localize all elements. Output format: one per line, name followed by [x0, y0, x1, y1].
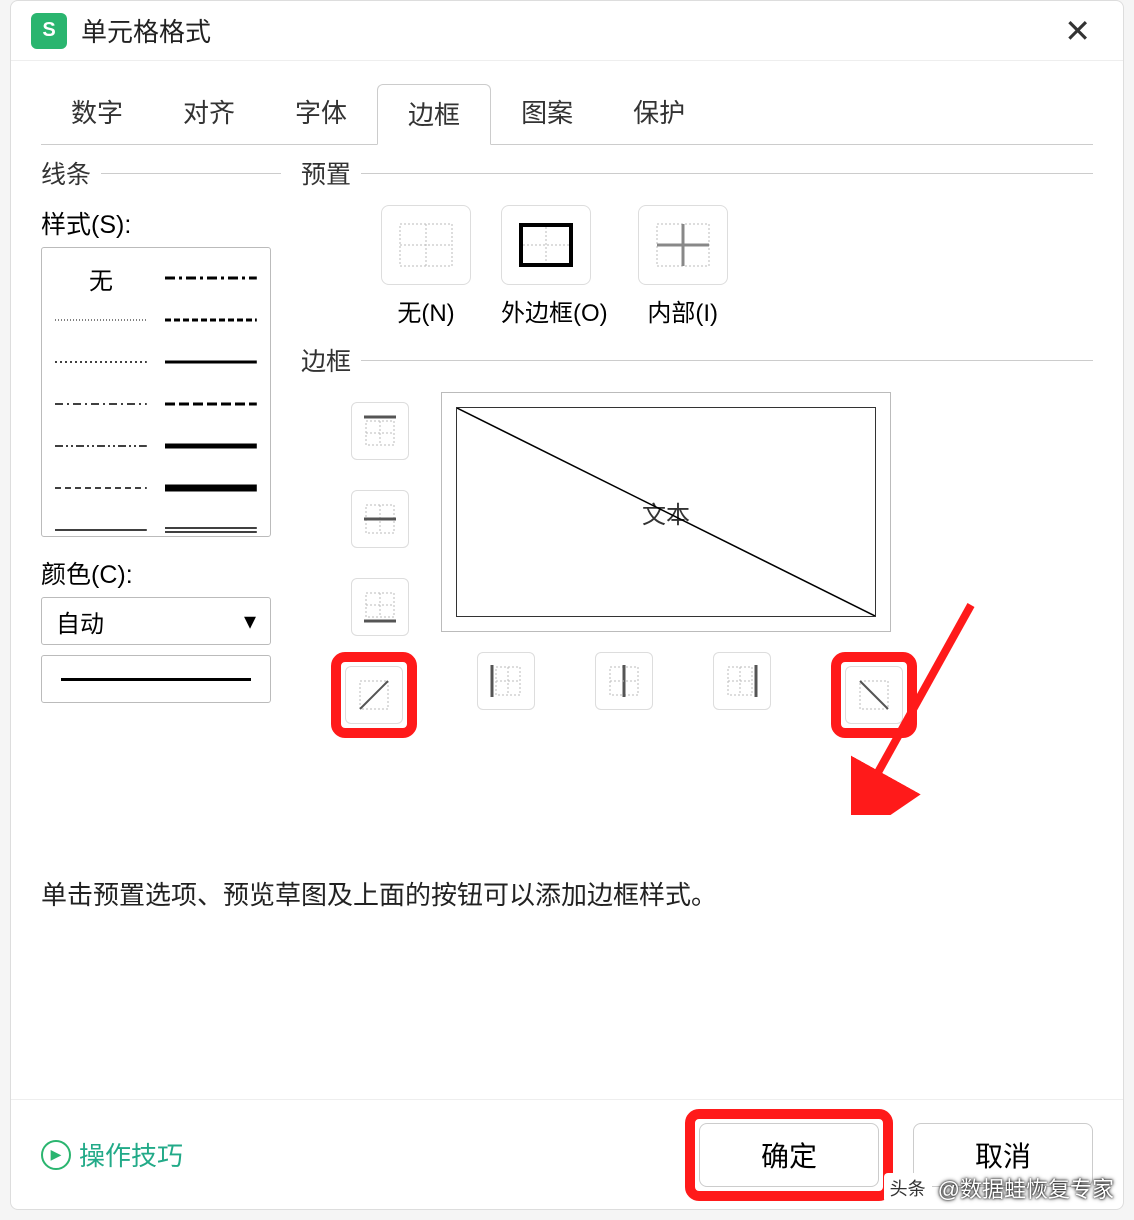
line-style-double[interactable]: [160, 510, 262, 550]
cancel-button[interactable]: 取消: [913, 1123, 1093, 1187]
preset-outer-icon: [519, 223, 573, 267]
preset-inner-button[interactable]: [638, 205, 728, 285]
preset-outer-button[interactable]: [501, 205, 591, 285]
line-panel: 线条 样式(S): 无 颜色(C):: [41, 155, 281, 703]
border-group-label: 边框: [301, 342, 1093, 378]
app-icon: S: [31, 13, 67, 49]
line-style-none[interactable]: 无: [50, 258, 152, 298]
color-value: 自动: [56, 604, 104, 639]
line-style-dotted[interactable]: [50, 342, 152, 382]
tab-number[interactable]: 数字: [41, 83, 153, 144]
ok-button[interactable]: 确定: [699, 1123, 879, 1187]
tab-content-border: 线条 样式(S): 无 颜色(C):: [11, 145, 1123, 1099]
border-side-buttons-left: [351, 402, 409, 636]
preset-inner-icon: [656, 223, 710, 267]
titlebar: S 单元格格式 ✕: [11, 1, 1123, 61]
tab-protection[interactable]: 保护: [603, 83, 715, 144]
preset-none: 无(N): [381, 205, 471, 328]
border-middle-v-button[interactable]: [595, 652, 653, 710]
chevron-down-icon: ▾: [244, 607, 256, 636]
preset-group-label: 预置: [301, 155, 1093, 191]
hint-text: 单击预置选项、预览草图及上面的按钮可以添加边框样式。: [41, 875, 717, 912]
preset-none-icon: [399, 223, 453, 267]
line-group-label: 线条: [41, 155, 281, 191]
border-right-button[interactable]: [713, 652, 771, 710]
line-style-solid-heavy[interactable]: [160, 468, 262, 508]
preset-outer-label: 外边框(O): [501, 293, 608, 328]
tips-link[interactable]: ▶ 操作技巧: [41, 1136, 183, 1173]
tab-pattern[interactable]: 图案: [491, 83, 603, 144]
color-preview: [41, 655, 271, 703]
color-label: 颜色(C):: [41, 555, 281, 591]
line-style-solid-thin[interactable]: [50, 510, 152, 550]
preset-group-text: 预置: [301, 155, 351, 191]
cell-format-dialog: S 单元格格式 ✕ 数字 对齐 字体 边框 图案 保护 线条 样式(S): 无: [10, 0, 1124, 1210]
line-group-text: 线条: [41, 155, 91, 191]
dialog-footer: ▶ 操作技巧 确定 取消: [11, 1099, 1123, 1209]
border-group-text: 边框: [301, 342, 351, 378]
border-bottom-row: [331, 652, 917, 738]
play-circle-icon: ▶: [41, 1140, 71, 1170]
preset-none-label: 无(N): [381, 293, 471, 328]
annotation-highlight-ok: 确定: [685, 1109, 893, 1201]
line-style-dashdot[interactable]: [50, 384, 152, 424]
divider-line: [361, 360, 1093, 361]
line-style-dashdotdot[interactable]: [50, 426, 152, 466]
color-dropdown[interactable]: 自动 ▾: [41, 597, 271, 645]
tab-alignment[interactable]: 对齐: [153, 83, 265, 144]
tab-bar: 数字 对齐 字体 边框 图案 保护: [11, 61, 1123, 144]
border-section: 边框: [301, 342, 1093, 378]
close-icon[interactable]: ✕: [1052, 8, 1103, 54]
preset-inner: 内部(I): [638, 205, 728, 328]
line-style-picker: 无: [41, 247, 271, 537]
border-panel: 预置 无(N) 外边框(O): [301, 155, 1093, 392]
line-style-solid-medium[interactable]: [160, 342, 262, 382]
line-style-dash[interactable]: [50, 468, 152, 508]
preset-inner-label: 内部(I): [638, 293, 728, 328]
border-left-button[interactable]: [477, 652, 535, 710]
border-preview[interactable]: 文本: [441, 392, 891, 632]
border-middle-h-button[interactable]: [351, 490, 409, 548]
border-preview-inner: 文本: [456, 407, 876, 617]
tab-font[interactable]: 字体: [265, 83, 377, 144]
preset-none-button[interactable]: [381, 205, 471, 285]
line-style-dash-thick[interactable]: [160, 300, 262, 340]
dialog-title: 单元格格式: [81, 12, 211, 49]
border-top-button[interactable]: [351, 402, 409, 460]
tab-border[interactable]: 边框: [377, 84, 491, 145]
tips-link-text: 操作技巧: [79, 1136, 183, 1173]
line-style-dotted-fine[interactable]: [50, 300, 152, 340]
divider-line: [101, 173, 281, 174]
border-diagonal-down-button[interactable]: [845, 666, 903, 724]
line-style-solid-thick[interactable]: [160, 426, 262, 466]
style-label: 样式(S):: [41, 205, 281, 241]
annotation-highlight-diag-down: [831, 652, 917, 738]
line-style-dashdot-thick[interactable]: [160, 258, 262, 298]
border-diagonal-up-button[interactable]: [345, 666, 403, 724]
preset-outer: 外边框(O): [501, 205, 608, 328]
border-preview-diagonal: [457, 408, 875, 616]
border-bottom-button[interactable]: [351, 578, 409, 636]
color-swatch: [61, 678, 251, 681]
annotation-highlight-diag-up: [331, 652, 417, 738]
preset-row: 无(N) 外边框(O) 内部(I): [381, 205, 1093, 328]
line-style-dash-medium[interactable]: [160, 384, 262, 424]
divider-line: [361, 173, 1093, 174]
